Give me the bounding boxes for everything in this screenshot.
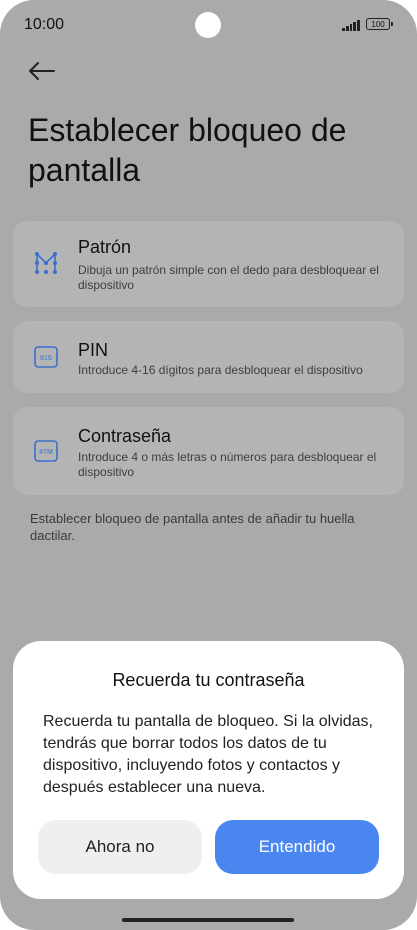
battery-icon: 100 bbox=[366, 18, 393, 30]
not-now-button[interactable]: Ahora no bbox=[38, 820, 202, 874]
option-password[interactable]: #7M Contraseña Introduce 4 o más letras … bbox=[13, 407, 404, 495]
option-description: Dibuja un patrón simple con el dedo para… bbox=[78, 263, 379, 292]
option-description: Introduce 4-16 dígitos para desbloquear … bbox=[78, 363, 363, 377]
fingerprint-footnote: Establecer bloqueo de pantalla antes de … bbox=[30, 511, 355, 543]
home-indicator[interactable] bbox=[122, 918, 294, 922]
dialog-body: Recuerda tu pantalla de bloqueo. Si la o… bbox=[43, 713, 373, 796]
dialog-title: Recuerda tu contraseña bbox=[112, 670, 305, 690]
option-pattern[interactable]: Patrón Dibuja un patrón simple con el de… bbox=[13, 221, 404, 307]
option-title: Patrón bbox=[78, 237, 132, 257]
remember-password-dialog: Recuerda tu contraseña Recuerda tu panta… bbox=[13, 641, 404, 899]
option-pin[interactable]: 816 PIN Introduce 4-16 dígitos para desb… bbox=[13, 321, 404, 393]
password-icon: #7M bbox=[34, 440, 58, 462]
password-icon-text: #7M bbox=[39, 449, 53, 456]
battery-level: 100 bbox=[371, 20, 385, 29]
camera-cutout bbox=[195, 12, 221, 38]
signal-icon bbox=[342, 19, 360, 31]
status-bar: 10:00 100 bbox=[0, 0, 417, 50]
page-title: Establecer bloqueo de pantalla bbox=[28, 112, 347, 188]
pin-icon: 816 bbox=[34, 346, 58, 368]
option-description: Introduce 4 o más letras o números para … bbox=[78, 450, 377, 479]
option-title: PIN bbox=[78, 340, 109, 360]
understood-button[interactable]: Entendido bbox=[215, 820, 379, 874]
status-time: 10:00 bbox=[24, 16, 65, 33]
option-title: Contraseña bbox=[78, 426, 172, 446]
back-button[interactable] bbox=[26, 56, 58, 86]
pin-icon-text: 816 bbox=[40, 355, 52, 362]
screen: 10:00 100 Establecer bloqueo de pantalla… bbox=[0, 0, 417, 930]
back-arrow-icon bbox=[29, 62, 55, 80]
pattern-icon bbox=[35, 252, 57, 274]
